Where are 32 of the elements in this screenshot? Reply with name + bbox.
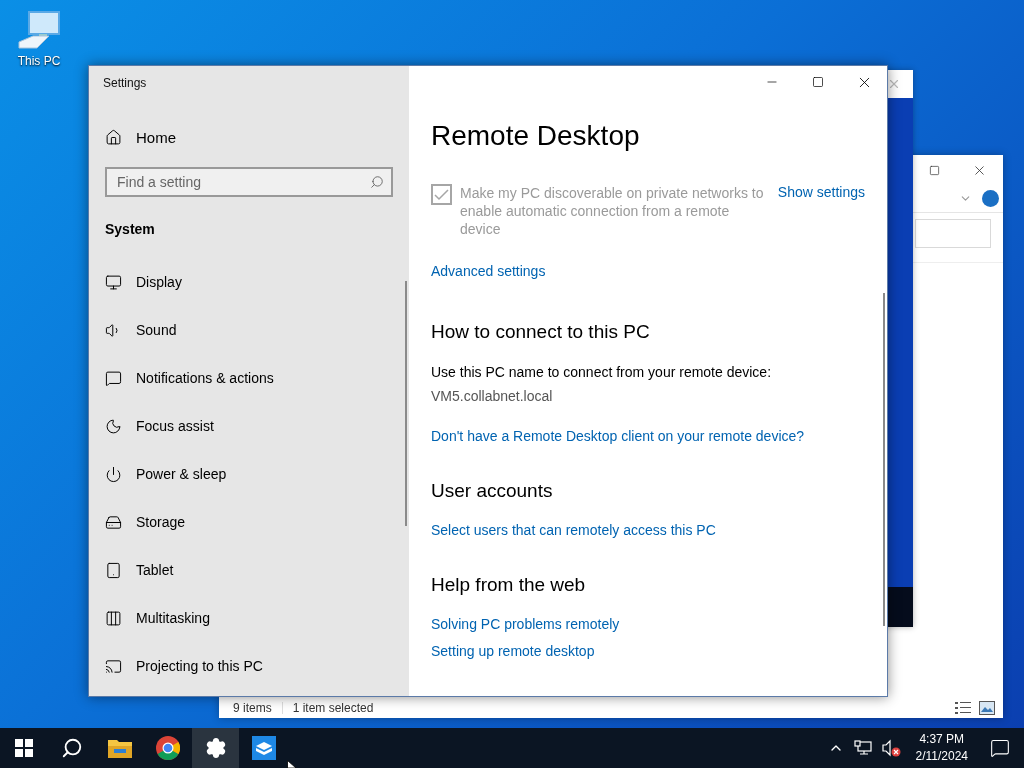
help-link[interactable]: Select users that can remotely access this PC [431,522,716,538]
nav-item[interactable]: Projecting to this PC [105,642,393,690]
nav-item[interactable]: Tablet [105,546,393,594]
section-heading: System [105,221,156,237]
show-settings-link[interactable]: Show settings [777,184,865,200]
section-title: Help from the web [431,574,587,596]
help-link[interactable]: Solving PC problems remotely [431,616,620,632]
pc-name-text: VM5.collabnet.local [431,388,554,404]
nav-item[interactable]: Notifications & actions [105,354,393,402]
search-field[interactable]: Find a setting [105,167,393,197]
date-text: 2/11/2024 [915,748,968,765]
clock[interactable]: 4:37 PM 2/11/2024 [915,731,968,765]
section-title: User accounts [431,480,554,502]
status-text: 9 items [233,700,272,715]
help-link[interactable]: Setting up remote desktop [431,643,595,659]
advanced-settings-link[interactable]: Advanced settings [431,263,865,279]
checkbox-label: Make my PC discoverable on private networks to enable automatic connection from a remote device [460,184,765,238]
nav-item[interactable]: Sound [105,306,393,354]
nav-item[interactable]: Power & sleep [105,450,393,498]
nav-item[interactable]: Focus assist [105,402,393,450]
page-title: Remote Desktop [431,120,641,152]
description-text: Use this PC name to connect from your remote device: [431,364,773,380]
section-title: How to connect to this PC [431,321,651,343]
desktop-icon-label: This PC [17,54,61,68]
home-link[interactable]: Home [105,129,393,146]
time-text: 4:37 PM [919,731,965,748]
help-link[interactable]: Don't have a Remote Desktop client on your remote device? [431,428,805,444]
nav-item[interactable]: Multitasking [105,594,393,642]
nav-item[interactable]: Display [105,258,393,306]
status-text: 1 item selected [292,700,374,715]
nav-item[interactable]: Storage [105,498,393,546]
window-title: Settings [103,76,148,90]
